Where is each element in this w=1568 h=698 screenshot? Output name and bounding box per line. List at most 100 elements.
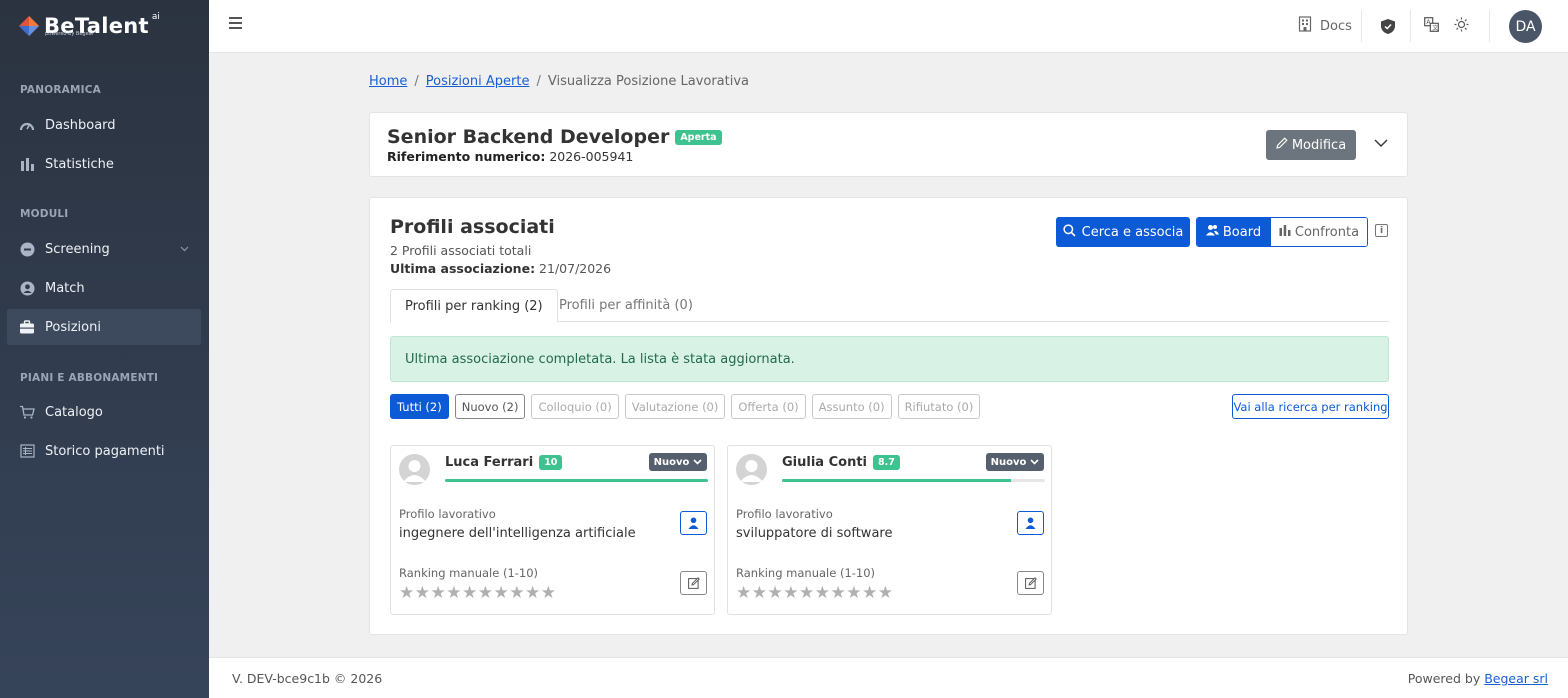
star-icon[interactable]: ★ [446,585,461,602]
section-piani: PIANI E ABBONAMENTI [20,372,159,384]
star-icon[interactable]: ★ [494,585,509,602]
sidebar-item-catalogo[interactable]: Catalogo [7,394,201,430]
star-icon[interactable]: ★ [736,585,751,602]
star-icon[interactable]: ★ [862,585,877,602]
last-association: Ultima associazione: 21/07/2026 [390,261,611,276]
star-icon[interactable]: ★ [462,585,477,602]
company-link[interactable]: Begear srl [1484,671,1548,686]
tab-affinity[interactable]: Profili per affinità (0) [545,289,707,322]
star-icon[interactable]: ★ [815,585,830,602]
view-profile-button[interactable] [680,511,707,535]
info-icon[interactable]: i [1375,224,1388,237]
breadcrumb-home-link[interactable]: Home [369,74,407,89]
star-icon[interactable]: ★ [752,585,767,602]
stage-dropdown[interactable]: Nuovo [649,453,707,471]
stage-dropdown[interactable]: Nuovo [986,453,1044,471]
brand-tagline: powered by Begear [45,31,94,37]
translate-icon[interactable]: A文 [1424,17,1439,36]
stage-label: Nuovo [653,456,690,468]
docs-link[interactable]: Docs [1298,16,1352,36]
score-bar-fill [782,479,1011,482]
hamburger-menu-icon[interactable] [229,17,242,29]
powered-label: Powered by [1407,671,1481,686]
chevron-down-icon [180,244,189,255]
sidebar-item-label: Posizioni [45,319,101,335]
breadcrumb: Home / Posizioni Aperte / Visualizza Posizio… [369,74,750,89]
star-icon[interactable]: ★ [415,585,430,602]
star-icon[interactable]: ★ [525,585,540,602]
position-title: Senior Backend Developer [387,126,670,148]
topbar-divider [1361,10,1362,42]
rating-stars[interactable]: ★ ★ ★ ★ ★ ★ ★ ★ ★ ★ [399,585,557,602]
filter-new[interactable]: Nuovo (2) [454,394,526,419]
filter-all[interactable]: Tutti (2) [390,394,449,419]
star-icon[interactable]: ★ [541,585,556,602]
search-associate-button[interactable]: Cerca e associa [1056,217,1190,247]
tab-ranking[interactable]: Profili per ranking (2) [390,289,558,323]
sun-icon[interactable] [1454,17,1469,36]
stage-label: Nuovo [990,456,1027,468]
building-icon [1298,16,1312,36]
star-icon[interactable]: ★ [399,585,414,602]
version-text: V. DEV-bce9c1b © 2026 [232,671,383,686]
section-moduli: MODULI [20,208,69,220]
reference-label: Riferimento numerico: [387,149,546,164]
candidate-name-row: Luca Ferrari 10 [445,455,563,470]
brand-logo[interactable]: BeTalent ai powered by Begear [0,0,209,52]
status-badge: Aperta [675,129,722,145]
section-panoramica: PANORAMICA [20,84,101,96]
search-icon [1062,223,1076,241]
edit-ranking-button[interactable] [680,571,707,595]
star-icon[interactable]: ★ [783,585,798,602]
chevron-down-icon [693,459,702,465]
star-icon[interactable]: ★ [831,585,846,602]
sidebar-item-dashboard[interactable]: Dashboard [7,107,201,143]
view-profile-button[interactable] [1017,511,1044,535]
candidate-name: Giulia Conti [782,455,867,470]
profile-tabs: Profili per ranking (2) Profili per affi… [390,289,1389,323]
edit-position-button[interactable]: Modifica [1266,130,1356,160]
avatar [399,454,430,485]
sidebar-item-label: Statistiche [45,156,114,172]
rating-stars[interactable]: ★ ★ ★ ★ ★ ★ ★ ★ ★ ★ [736,585,894,602]
star-icon[interactable]: ★ [799,585,814,602]
compare-label: Confronta [1294,224,1360,240]
score-bar [445,479,708,482]
filter-offer[interactable]: Offerta (0) [731,394,806,419]
filter-rejected[interactable]: Rifiutato (0) [897,394,981,419]
star-icon[interactable]: ★ [478,585,493,602]
chevron-down-icon[interactable] [1374,136,1388,151]
star-icon[interactable]: ★ [846,585,861,602]
sidebar-item-statistiche[interactable]: Statistiche [7,146,201,182]
sidebar-item-posizioni[interactable]: Posizioni [7,309,201,345]
breadcrumb-positions-link[interactable]: Posizioni Aperte [426,74,530,89]
filter-hired[interactable]: Assunto (0) [811,394,892,419]
edit-ranking-button[interactable] [1017,571,1044,595]
sidebar-item-storico-pagamenti[interactable]: Storico pagamenti [7,433,201,469]
associated-profiles-card: Profili associati 2 Profili associati to… [369,197,1408,635]
star-icon[interactable]: ★ [878,585,893,602]
user-avatar[interactable]: DA [1509,10,1542,43]
sidebar: BeTalent ai powered by Begear PANORAMICA… [0,0,209,698]
breadcrumb-current: Visualizza Posizione Lavorativa [547,74,750,89]
sidebar-item-screening[interactable]: Screening [7,231,201,267]
shield-icon[interactable] [1380,18,1396,39]
star-icon[interactable]: ★ [768,585,783,602]
sidebar-item-match[interactable]: Match [7,270,201,306]
filter-evaluation[interactable]: Valutazione (0) [624,394,726,419]
candidate-card[interactable]: Luca Ferrari 10 Nuovo Profilo lavorativo… [390,445,715,615]
compare-view-button[interactable]: Confronta [1270,218,1367,246]
edit-icon [687,577,700,589]
profile-label: Profilo lavorativo [736,507,833,521]
candidate-card[interactable]: Giulia Conti 8.7 Nuovo Profilo lavorativ… [727,445,1052,615]
profile-value: ingegnere dell'intelligenza artificiale [399,526,636,541]
board-view-button[interactable]: Board [1197,218,1270,246]
score-badge: 8.7 [873,455,900,470]
ranking-search-button[interactable]: Vai alla ricerca per ranking [1232,394,1389,419]
gauge-icon [19,117,35,133]
bar-chart-icon [1279,224,1291,240]
filter-interview[interactable]: Colloquio (0) [531,394,619,419]
star-icon[interactable]: ★ [431,585,446,602]
star-icon[interactable]: ★ [509,585,524,602]
bar-chart-icon [19,156,35,172]
